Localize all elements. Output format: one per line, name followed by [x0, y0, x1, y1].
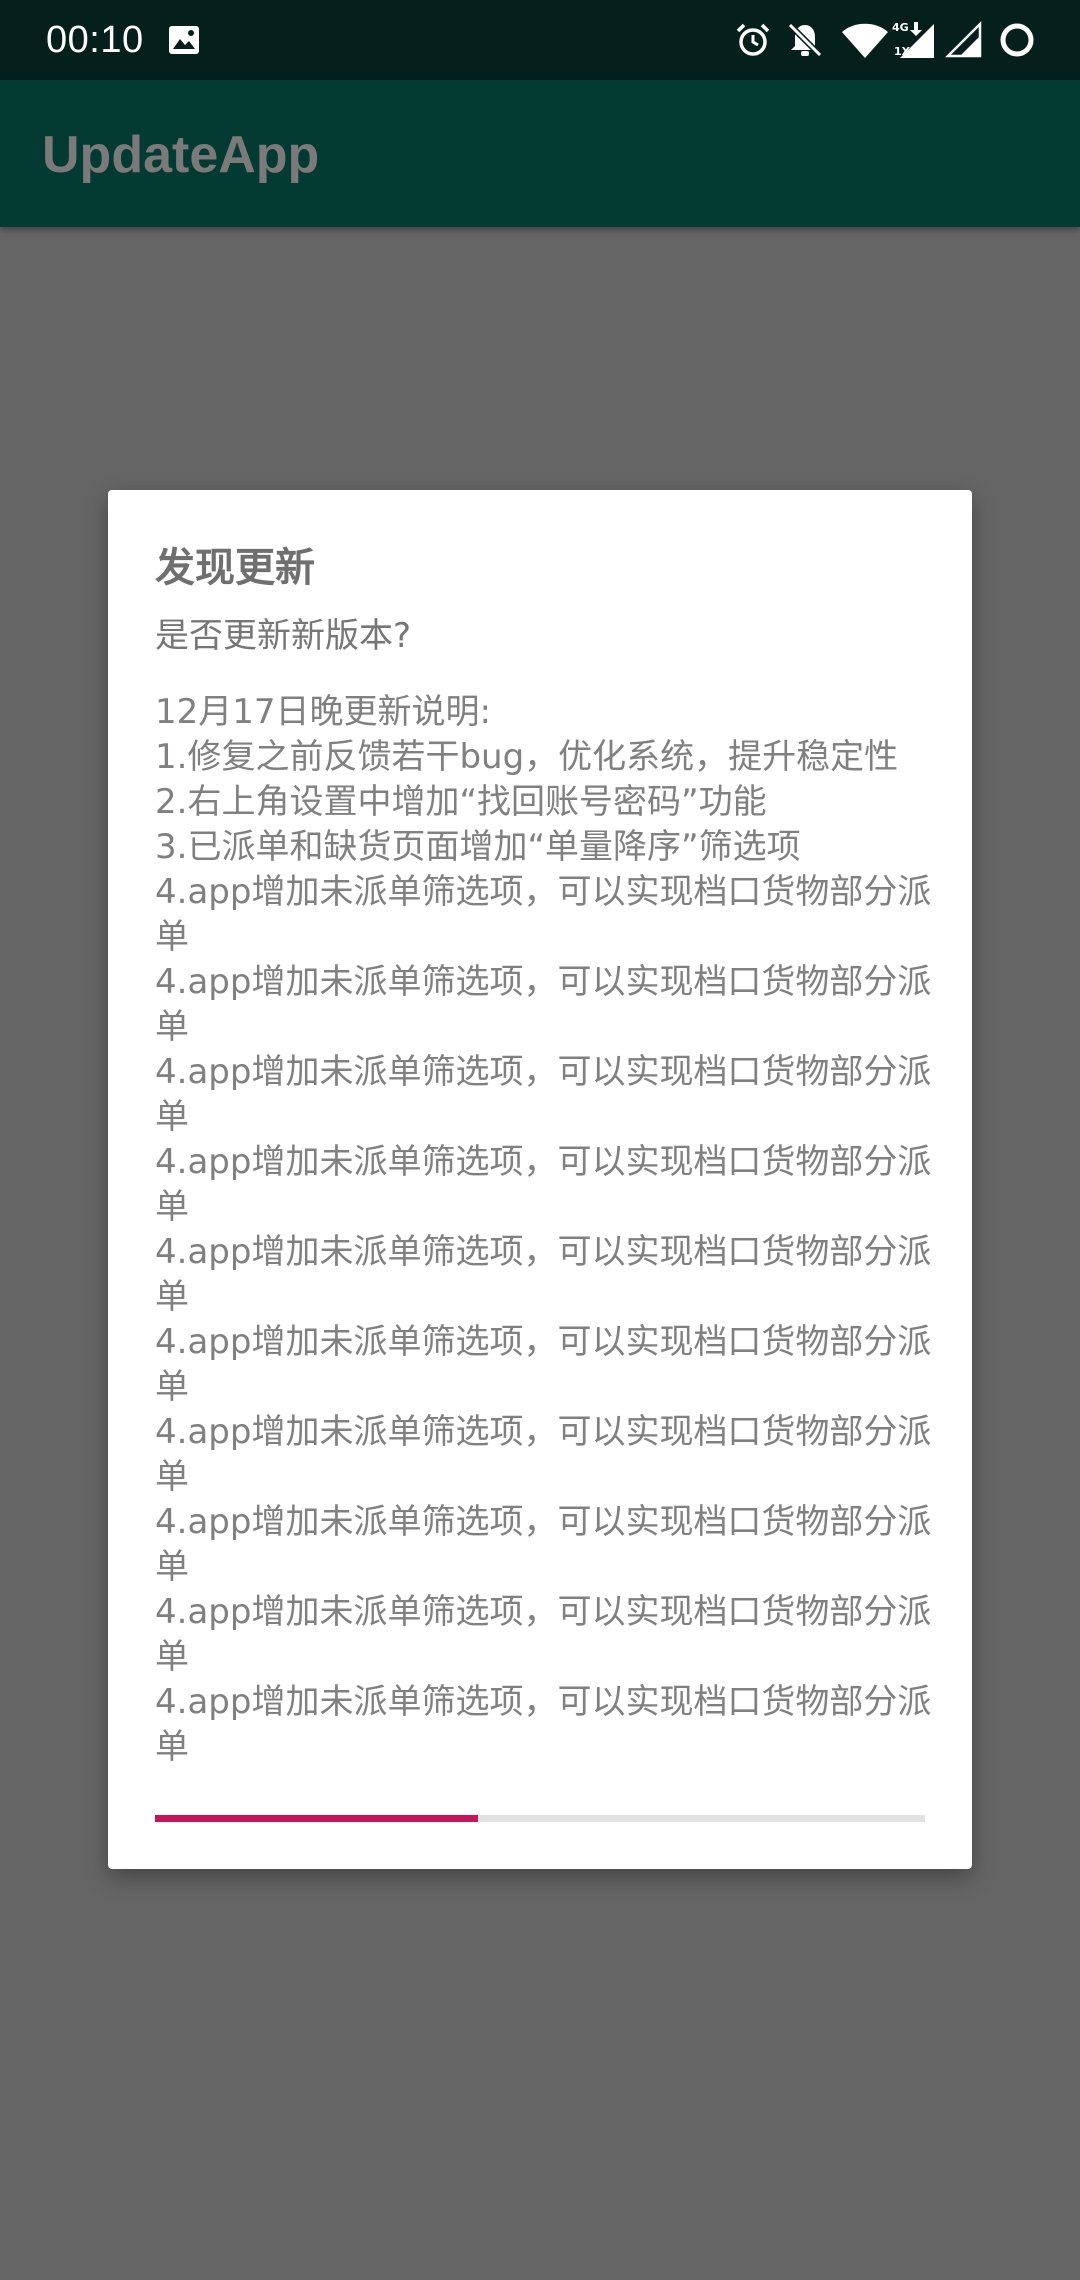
- dialog-question: 是否更新新版本?: [155, 616, 412, 656]
- wifi-icon: [840, 20, 890, 60]
- app-bar: UpdateApp: [0, 80, 1080, 227]
- alarm-icon: [733, 20, 773, 60]
- update-dialog: 发现更新 是否更新新版本? 12月17日晚更新说明: 1.修复之前反馈若干bug…: [108, 490, 972, 1869]
- download-progress-fill: [155, 1815, 479, 1822]
- dialog-title: 发现更新: [155, 545, 315, 591]
- battery-ring-icon: [997, 20, 1037, 60]
- image-notification-icon: [164, 20, 204, 60]
- mobile-signal-4g-icon: 4G 1X: [890, 20, 936, 60]
- release-notes-scroll[interactable]: 12月17日晚更新说明: 1.修复之前反馈若干bug，优化系统，提升稳定性 2.…: [155, 690, 935, 1786]
- app-title: UpdateApp: [42, 126, 320, 184]
- status-bar: 00:10 4G 1X: [0, 0, 1080, 80]
- download-progress-bar: [155, 1815, 925, 1822]
- signal-icon: [944, 20, 984, 60]
- notifications-off-icon: [785, 20, 825, 60]
- status-time: 00:10: [46, 19, 144, 61]
- release-notes-text: 12月17日晚更新说明: 1.修复之前反馈若干bug，优化系统，提升稳定性 2.…: [155, 692, 932, 1767]
